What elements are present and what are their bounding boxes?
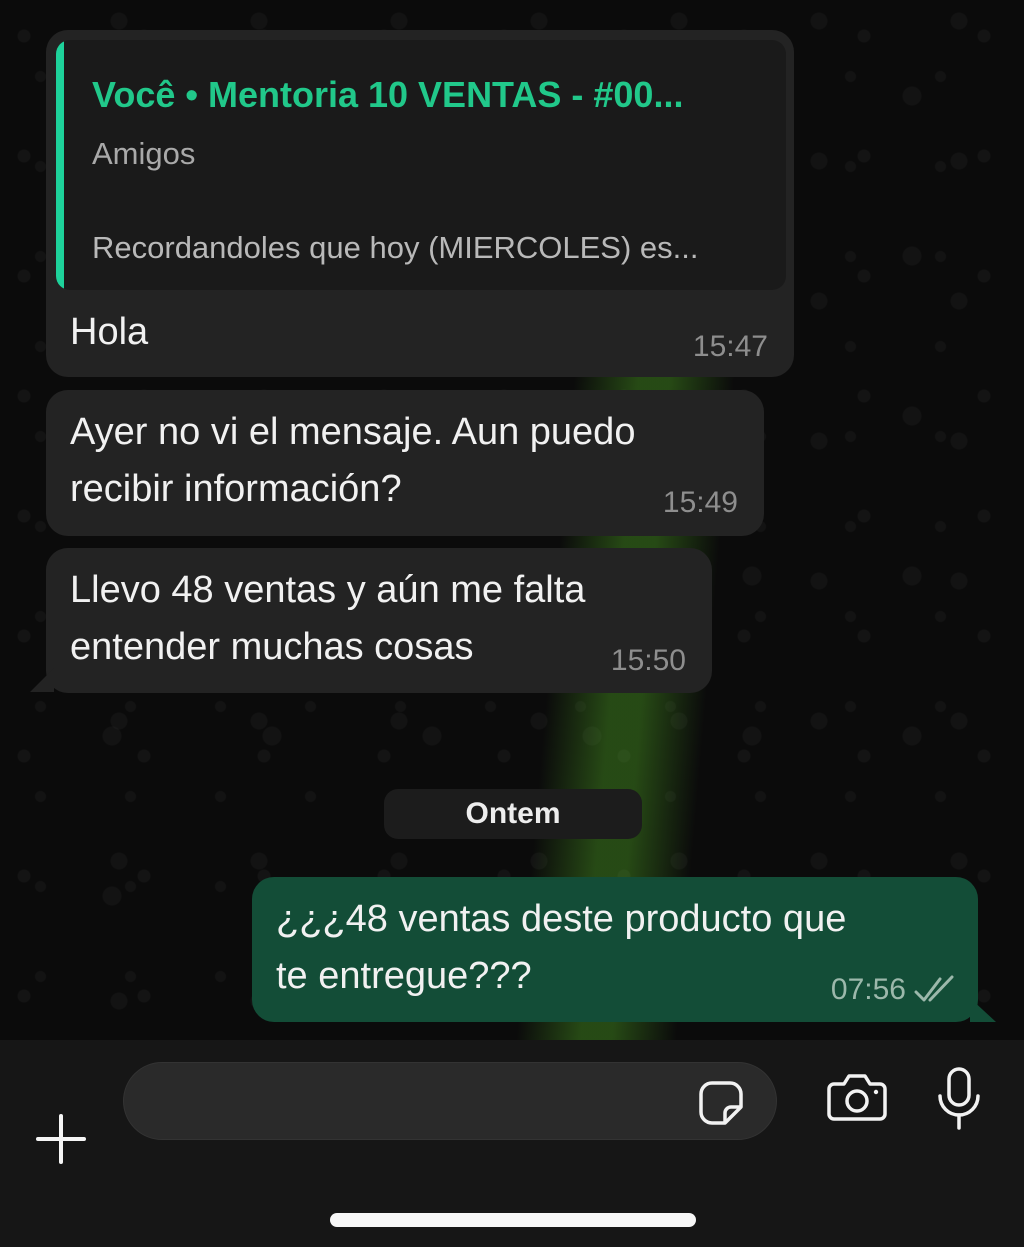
chat-area[interactable]: Você • Mentoria 10 VENTAS - #00... Amigo… (0, 0, 1024, 1040)
message-text-line-1: Llevo 48 ventas y aún me falta (70, 569, 586, 611)
message-time: 15:50 (610, 644, 686, 677)
message-text-line-1: ¿¿¿48 ventas deste producto que (276, 898, 847, 940)
message-text: Hola (70, 311, 149, 353)
quote-title: Você • Mentoria 10 VENTAS - #00... (92, 74, 684, 115)
message-time: 15:49 (662, 486, 738, 519)
message-input[interactable] (154, 1063, 698, 1141)
composer-bar (0, 1040, 1024, 1247)
message-bubble-ayer[interactable]: Ayer no vi el mensaje. Aun puedo recibir… (46, 390, 764, 536)
message-bubble-outgoing[interactable]: ¿¿¿48 ventas deste producto que te entre… (252, 877, 978, 1022)
message-text-line-2: recibir información? (70, 468, 402, 510)
date-separator: Ontem (384, 789, 642, 839)
bubble-tail-outgoing (970, 998, 996, 1022)
message-time: 07:56 (830, 973, 906, 1006)
sticker-icon[interactable] (698, 1080, 744, 1126)
plus-icon[interactable] (30, 1108, 92, 1170)
quote-preview: Recordandoles que hoy (MIERCOLES) es... (92, 230, 699, 265)
message-text-line-1: Ayer no vi el mensaje. Aun puedo (70, 411, 636, 453)
message-bubble-llevo[interactable]: Llevo 48 ventas y aún me falta entender … (46, 548, 712, 693)
quote-accent-bar (56, 40, 64, 290)
quote-subtitle: Amigos (92, 136, 196, 171)
camera-icon[interactable] (826, 1072, 888, 1122)
microphone-icon[interactable] (936, 1066, 982, 1132)
message-bubble-hola[interactable]: Você • Mentoria 10 VENTAS - #00... Amigo… (46, 30, 794, 377)
message-time: 15:47 (692, 330, 768, 363)
double-check-icon (914, 973, 958, 1007)
quoted-message[interactable]: Você • Mentoria 10 VENTAS - #00... Amigo… (56, 40, 786, 290)
message-text-line-2: te entregue??? (276, 955, 532, 997)
message-input-field[interactable] (123, 1062, 777, 1141)
bubble-tail (30, 668, 54, 692)
home-indicator[interactable] (330, 1213, 696, 1227)
message-text-line-2: entender muchas cosas (70, 626, 474, 668)
